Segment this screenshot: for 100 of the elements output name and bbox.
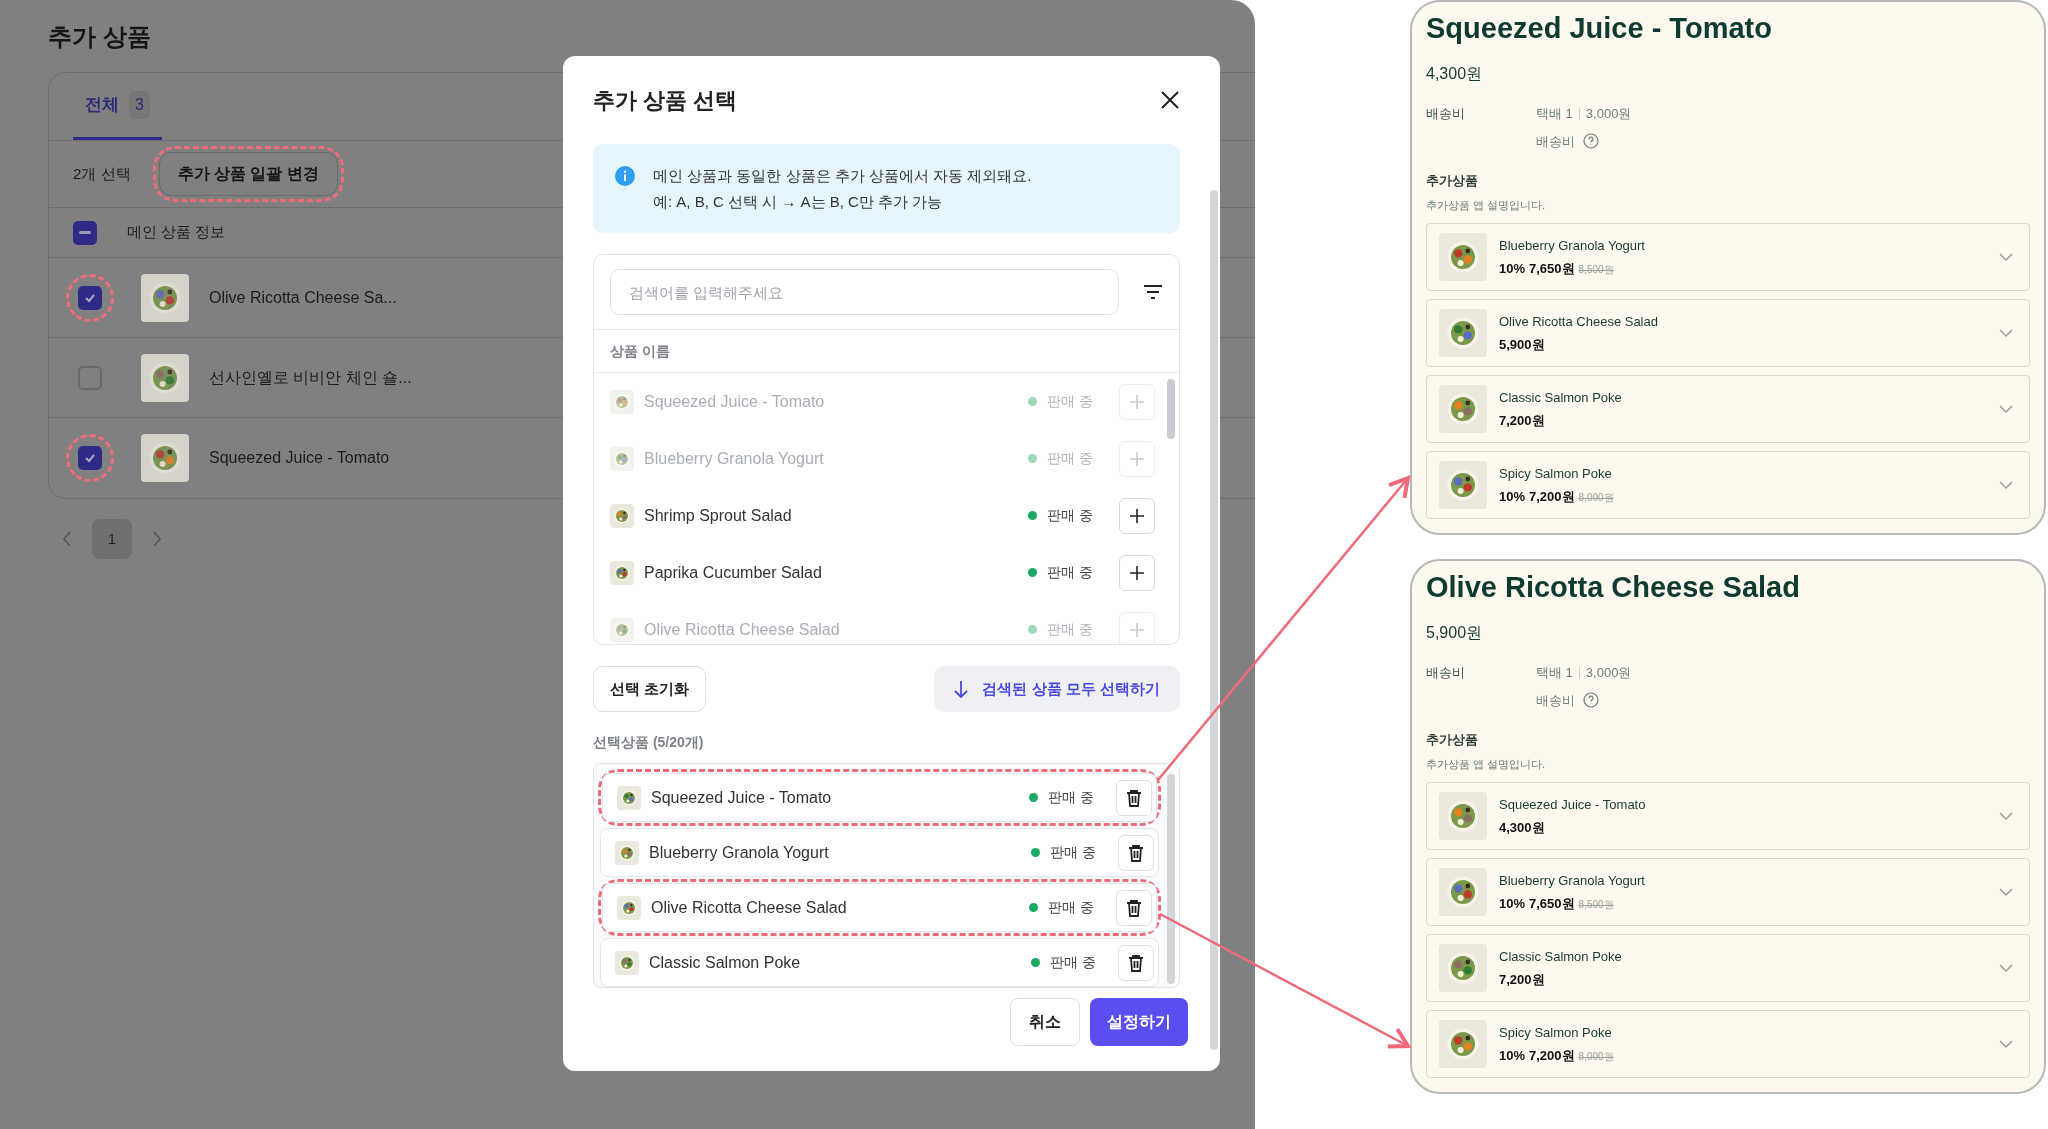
column-header: 메인 상품 정보 xyxy=(127,222,226,243)
help-icon[interactable] xyxy=(1583,692,1599,709)
selected-label: 선택상품 (5/20개) xyxy=(593,733,705,752)
status-label: 판매 중 xyxy=(1047,449,1093,468)
chevron-left-icon[interactable] xyxy=(62,531,72,547)
info-icon xyxy=(615,166,635,186)
chevron-down-icon[interactable] xyxy=(1999,888,2013,896)
status-label: 판매 중 xyxy=(1048,788,1094,807)
addon-price: 7,200원 xyxy=(1529,488,1575,506)
status-label: 판매 중 xyxy=(1047,563,1093,582)
scrollbar[interactable] xyxy=(1167,774,1175,984)
addon-item[interactable]: Blueberry Granola Yogurt 10% 7,650원 8,500원 xyxy=(1426,223,2030,291)
product-name: 선사인옐로 비비안 체인 숄... xyxy=(209,367,412,388)
shipping-note: 배송비 xyxy=(1536,132,1575,151)
product-title: Olive Ricotta Cheese Salad xyxy=(1426,570,1801,605)
addon-item[interactable]: Squeezed Juice - Tomato 4,300원 xyxy=(1426,782,2030,850)
status-label: 판매 중 xyxy=(1050,953,1096,972)
tab-count: 3 xyxy=(129,90,150,119)
shipping-method: 택배 1 xyxy=(1536,664,1573,682)
selection-count: 2개 선택 xyxy=(73,163,131,184)
product-price: 5,900원 xyxy=(1426,623,1484,643)
delete-button[interactable] xyxy=(1118,834,1154,871)
checkbox[interactable] xyxy=(78,446,102,470)
addon-name: Classic Salmon Poke xyxy=(1499,388,1623,407)
addons-description: 추가상품 앱 설명입니다. xyxy=(1426,756,1547,772)
cancel-button[interactable]: 취소 xyxy=(1010,998,1080,1046)
status-label: 판매 중 xyxy=(1047,506,1093,525)
add-button[interactable] xyxy=(1119,497,1155,534)
close-icon[interactable] xyxy=(1160,90,1180,110)
addon-item[interactable]: Classic Salmon Poke 7,200원 xyxy=(1426,934,2030,1002)
product-name: Squeezed Juice - Tomato xyxy=(644,391,826,412)
plus-icon xyxy=(1129,621,1145,638)
addon-original-price: 8,000원 xyxy=(1578,491,1614,505)
status-label: 판매 중 xyxy=(1047,392,1093,411)
trash-icon xyxy=(1126,898,1142,917)
addon-name: Squeezed Juice - Tomato xyxy=(1499,795,1647,814)
addon-item[interactable]: Blueberry Granola Yogurt 10% 7,650원 8,500원 xyxy=(1426,858,2030,926)
product-row[interactable]: Shrimp Sprout Salad 판매 중 xyxy=(594,487,1155,544)
chevron-down-icon[interactable] xyxy=(1999,253,2013,261)
arrow-down-icon xyxy=(954,680,969,698)
chevron-down-icon[interactable] xyxy=(1999,1040,2013,1048)
product-title: Squeezed Juice - Tomato xyxy=(1426,11,1773,46)
checkbox[interactable] xyxy=(73,220,97,245)
shipping-label: 배송비 xyxy=(1426,105,1466,123)
selected-item[interactable]: Classic Salmon Poke 판매 중 xyxy=(600,938,1159,987)
confirm-button[interactable]: 설정하기 xyxy=(1090,998,1188,1046)
scrollbar[interactable] xyxy=(1167,379,1175,439)
chevron-right-icon[interactable] xyxy=(152,531,162,547)
selected-item[interactable]: Olive Ricotta Cheese Salad 판매 중 xyxy=(602,883,1157,932)
addon-item[interactable]: Spicy Salmon Poke 10% 7,200원 8,000원 xyxy=(1426,1010,2030,1078)
checkbox[interactable] xyxy=(78,285,102,310)
help-icon[interactable] xyxy=(1583,133,1599,150)
bulk-change-button[interactable]: 추가 상품 일괄 변경 xyxy=(158,152,338,196)
plus-icon xyxy=(1129,450,1145,467)
selected-item[interactable]: Blueberry Granola Yogurt 판매 중 xyxy=(600,828,1159,877)
chevron-down-icon[interactable] xyxy=(1999,812,2013,820)
chevron-down-icon[interactable] xyxy=(1999,329,2013,337)
addon-item[interactable]: Olive Ricotta Cheese Salad 5,900원 xyxy=(1426,299,2030,367)
addon-original-price: 8,000원 xyxy=(1578,1050,1614,1064)
addon-price: 7,200원 xyxy=(1499,412,1545,430)
delete-button[interactable] xyxy=(1118,944,1154,981)
addon-item[interactable]: Classic Salmon Poke 7,200원 xyxy=(1426,375,2030,443)
product-name: Olive Ricotta Cheese Sa... xyxy=(209,287,397,308)
product-name: Paprika Cucumber Salad xyxy=(644,562,823,583)
reset-selection-button[interactable]: 선택 초기화 xyxy=(593,666,707,712)
plus-icon xyxy=(1129,507,1145,524)
addon-price: 5,900원 xyxy=(1499,336,1545,354)
addon-name: Blueberry Granola Yogurt xyxy=(1499,236,1646,255)
trash-icon xyxy=(1128,843,1144,862)
addon-name: Blueberry Granola Yogurt xyxy=(1499,871,1646,890)
product-price: 4,300원 xyxy=(1426,64,1484,84)
column-header: 상품 이름 xyxy=(610,341,670,361)
add-button[interactable] xyxy=(1119,554,1155,591)
page-title: 추가 상품 xyxy=(48,22,152,52)
shipping-note: 배송비 xyxy=(1536,691,1575,710)
delete-button[interactable] xyxy=(1116,889,1152,926)
addon-name: Olive Ricotta Cheese Salad xyxy=(1499,312,1659,331)
filter-icon[interactable] xyxy=(1143,284,1163,300)
product-name: Blueberry Granola Yogurt xyxy=(649,842,830,863)
select-all-button[interactable]: 검색된 상품 모두 선택하기 xyxy=(934,666,1180,712)
chevron-down-icon[interactable] xyxy=(1999,964,2013,972)
addon-item[interactable]: Spicy Salmon Poke 10% 7,200원 8,000원 xyxy=(1426,451,2030,519)
plus-icon xyxy=(1129,564,1145,581)
product-name: Squeezed Juice - Tomato xyxy=(651,787,833,808)
addon-price: 4,300원 xyxy=(1499,819,1545,837)
selected-item[interactable]: Squeezed Juice - Tomato 판매 중 xyxy=(602,773,1157,822)
search-field[interactable]: 검색어를 입력해주세요 xyxy=(610,269,1119,315)
scrollbar[interactable] xyxy=(1210,190,1218,1050)
addon-discount: 10% xyxy=(1499,260,1526,278)
addon-name: Spicy Salmon Poke xyxy=(1499,464,1613,483)
addons-title: 추가상품 xyxy=(1426,172,1479,190)
addon-discount: 10% xyxy=(1499,488,1526,506)
minus-icon xyxy=(79,231,91,234)
delete-button[interactable] xyxy=(1116,779,1152,816)
shipping-label: 배송비 xyxy=(1426,664,1466,682)
addons-title: 추가상품 xyxy=(1426,731,1479,749)
product-row[interactable]: Paprika Cucumber Salad 판매 중 xyxy=(594,544,1155,601)
chevron-down-icon[interactable] xyxy=(1999,481,2013,489)
tab-label: 전체 xyxy=(84,93,119,116)
chevron-down-icon[interactable] xyxy=(1999,405,2013,413)
